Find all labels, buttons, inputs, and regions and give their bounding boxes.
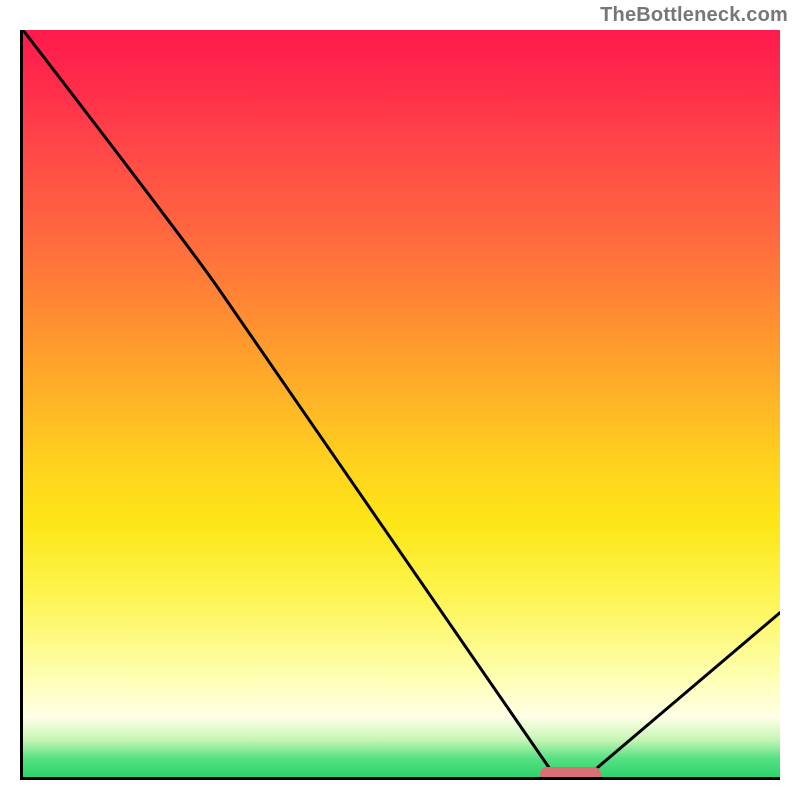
watermark-text: TheBottleneck.com — [600, 4, 788, 27]
target-marker — [540, 767, 601, 780]
plot-area — [20, 30, 780, 780]
curve-path — [23, 30, 780, 773]
bottleneck-curve — [23, 30, 780, 777]
bottleneck-chart: TheBottleneck.com — [0, 0, 800, 800]
